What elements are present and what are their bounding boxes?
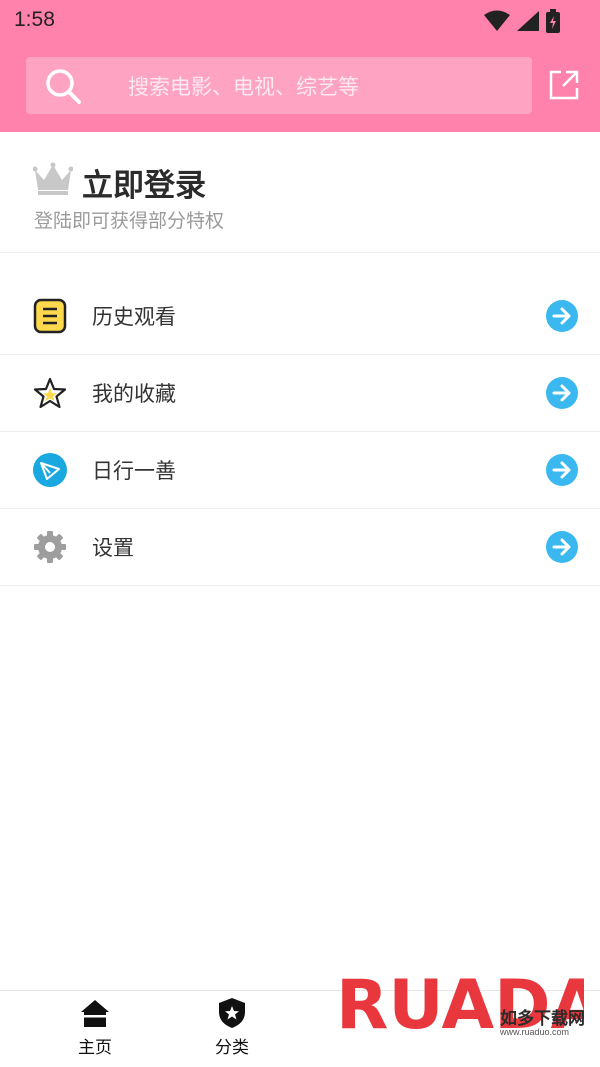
shield-star-icon <box>219 998 245 1028</box>
search-input[interactable] <box>126 57 520 116</box>
search-bar[interactable] <box>26 57 532 116</box>
header-bar: 1:58 <box>0 0 600 132</box>
home-icon <box>81 1000 109 1027</box>
menu-item-daily-good[interactable]: 日行一善 <box>0 432 600 509</box>
menu-item-settings[interactable]: 设置 <box>0 509 600 586</box>
menu-item-favorites[interactable]: 我的收藏 <box>0 355 600 432</box>
menu-list: 历史观看 我的收藏 日行一善 设置 <box>0 278 600 586</box>
menu-item-history[interactable]: 历史观看 <box>0 278 600 355</box>
nav-label: 主页 <box>78 1038 112 1058</box>
history-icon <box>33 298 67 334</box>
menu-item-label: 历史观看 <box>92 305 176 329</box>
arrow-right-icon <box>546 454 578 486</box>
crown-icon <box>33 162 73 195</box>
status-icons <box>484 7 560 35</box>
nav-home[interactable]: 主页 <box>55 997 135 1063</box>
login-section[interactable]: 立即登录 登陆即可获得部分特权 <box>0 132 600 253</box>
nav-label: 分类 <box>215 1038 249 1058</box>
menu-item-label: 设置 <box>92 536 134 560</box>
arrow-right-icon <box>546 531 578 563</box>
menu-item-label: 我的收藏 <box>92 382 176 406</box>
paper-plane-icon <box>33 453 67 487</box>
watermark-url: www.ruaduo.com <box>500 1027 570 1037</box>
login-subtitle: 登陆即可获得部分特权 <box>34 210 225 232</box>
wifi-icon <box>484 10 510 31</box>
battery-icon <box>546 9 560 33</box>
status-time: 1:58 <box>14 8 55 31</box>
share-icon[interactable] <box>547 68 581 102</box>
status-bar: 1:58 <box>0 0 600 42</box>
login-title[interactable]: 立即登录 <box>82 160 206 205</box>
search-icon <box>46 69 81 104</box>
menu-item-label: 日行一善 <box>92 459 176 483</box>
nav-category[interactable]: 分类 <box>192 997 272 1063</box>
star-icon <box>33 377 67 409</box>
signal-icon <box>517 11 539 31</box>
arrow-right-icon <box>546 377 578 409</box>
arrow-right-icon <box>546 300 578 332</box>
watermark-name: 如多下载网 <box>500 1009 585 1029</box>
gear-icon <box>34 531 66 563</box>
